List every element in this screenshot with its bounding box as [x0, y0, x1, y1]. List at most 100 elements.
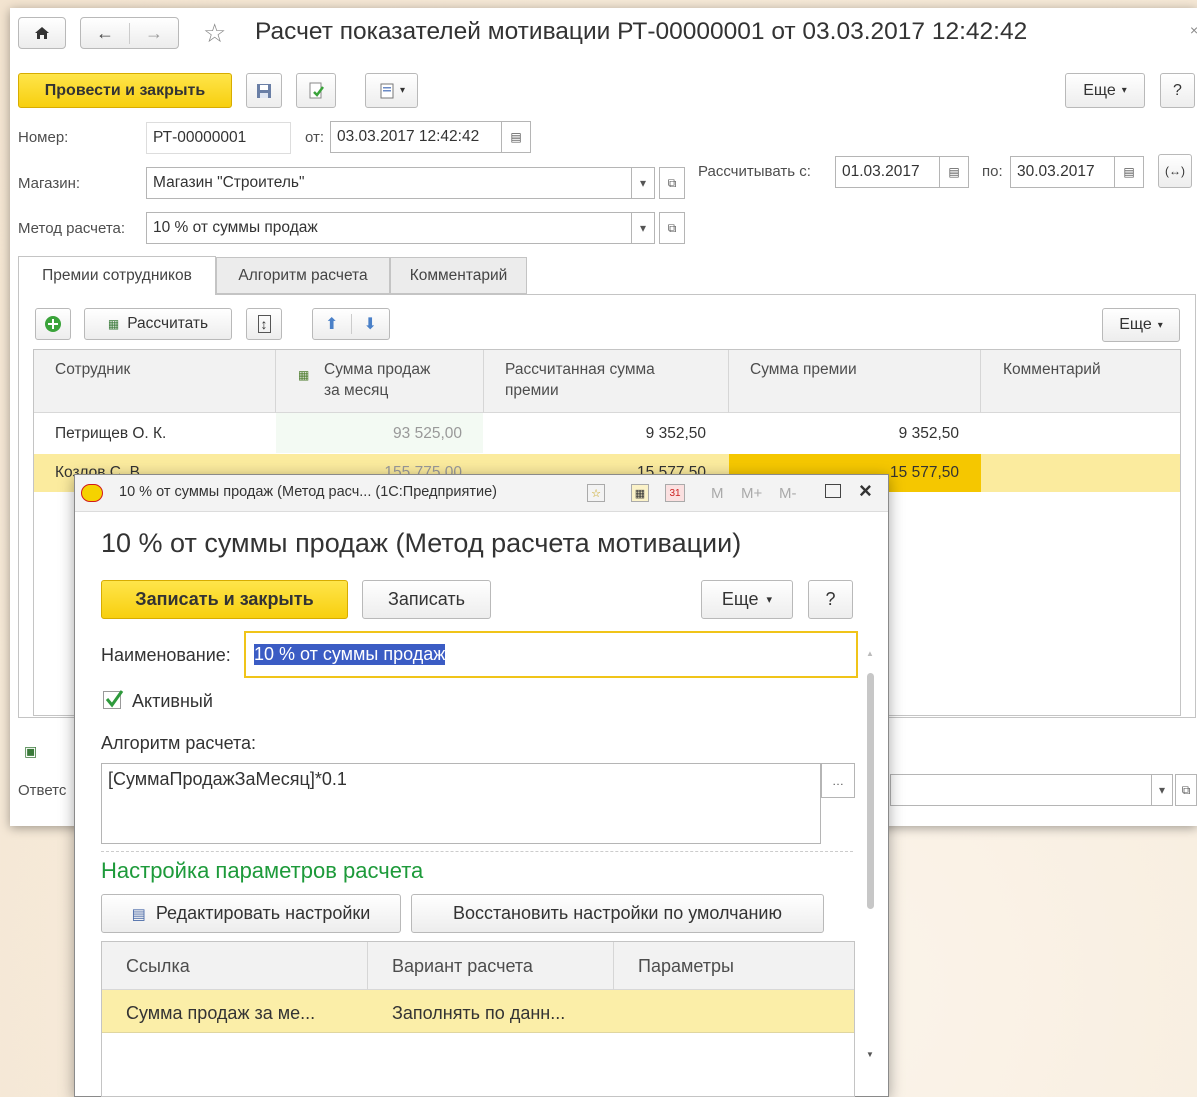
memory-m-button[interactable]: M: [711, 485, 724, 502]
calculate-label: Рассчитать: [127, 315, 209, 332]
store-field[interactable]: Магазин "Строитель": [146, 167, 632, 199]
tab-comment[interactable]: Комментарий: [390, 257, 527, 294]
table-more-button[interactable]: Еще ▾: [1102, 308, 1180, 342]
cell-link: Сумма продаж за ме...: [126, 1003, 316, 1023]
edit-settings-button[interactable]: ▤ Редактировать настройки: [101, 894, 401, 933]
close-icon[interactable]: ×: [859, 478, 872, 504]
method-open-button[interactable]: ⧉: [659, 212, 685, 244]
algorithm-select-button[interactable]: …: [821, 763, 855, 798]
print-menu-button[interactable]: ▾: [365, 73, 418, 108]
col-calc-line2: премии: [505, 382, 559, 399]
col-divider: [980, 350, 981, 413]
sort-button[interactable]: ↕: [246, 308, 282, 340]
calc-from-calendar-button[interactable]: ▤: [939, 156, 969, 188]
name-value: 10 % от суммы продаж: [254, 644, 446, 665]
history-icon[interactable]: ▣: [24, 743, 37, 760]
separator: [101, 851, 853, 852]
dialog-more-button[interactable]: Еще ▾: [701, 580, 793, 619]
calculator-icon: ▦: [107, 317, 120, 331]
memory-minus-button[interactable]: M-: [779, 485, 797, 502]
active-checkbox[interactable]: [103, 690, 124, 709]
open-link-icon: ⧉: [1181, 782, 1191, 797]
calculate-button[interactable]: ▦ Рассчитать: [84, 308, 232, 340]
dialog-scrollbar[interactable]: ▲ ▼: [865, 645, 877, 1065]
chevron-down-icon: ▾: [766, 594, 773, 606]
col-bonus[interactable]: Сумма премии: [750, 359, 857, 380]
move-up-icon[interactable]: ⬆: [313, 314, 352, 334]
dialog-help-button[interactable]: ?: [808, 580, 853, 619]
period-select-button[interactable]: (↔): [1158, 154, 1192, 188]
scroll-down-icon[interactable]: ▼: [866, 1050, 874, 1059]
calendar-button[interactable]: ▤: [501, 121, 531, 153]
favorite-star-icon[interactable]: ☆: [203, 18, 226, 49]
col-sales-line2: за месяц: [324, 382, 389, 399]
dialog-heading: 10 % от суммы продаж (Метод расчета моти…: [101, 528, 742, 558]
active-label: Активный: [132, 691, 213, 711]
more-button[interactable]: Еще ▾: [1065, 73, 1145, 108]
close-icon[interactable]: ×: [1190, 22, 1197, 38]
scroll-thumb[interactable]: [867, 673, 874, 909]
calc-to-calendar-button[interactable]: ▤: [1114, 156, 1144, 188]
save-button[interactable]: Записать: [362, 580, 491, 619]
algorithm-field[interactable]: [СуммаПродажЗаМесяц]*0.1: [101, 763, 821, 844]
post-and-close-button[interactable]: Провести и закрыть: [18, 73, 232, 108]
checkmark-icon: [105, 690, 124, 708]
col-calc-line1: Рассчитанная сумма: [505, 361, 655, 378]
responsible-label: Ответс: [18, 782, 67, 799]
table-more-label: Еще: [1119, 316, 1152, 333]
chevron-down-icon: ▾: [639, 221, 647, 235]
cell-calc: 9 352,50: [645, 425, 706, 442]
post-button[interactable]: [296, 73, 336, 108]
cell-bonus: 9 352,50: [898, 425, 959, 442]
chevron-down-icon: ▾: [399, 85, 406, 96]
maximize-icon[interactable]: [825, 484, 841, 498]
number-label: Номер:: [18, 129, 69, 146]
algorithm-label: Алгоритм расчета:: [101, 733, 257, 753]
col-link[interactable]: Ссылка: [126, 956, 190, 977]
col-employee[interactable]: Сотрудник: [55, 359, 130, 380]
home-icon: [35, 27, 49, 39]
spreadsheet-icon[interactable]: ▦: [631, 484, 649, 502]
col-comment[interactable]: Комментарий: [1003, 359, 1101, 380]
calendar-icon: ▤: [510, 130, 522, 144]
responsible-dropdown-button[interactable]: ▾: [1151, 774, 1173, 806]
name-field[interactable]: 10 % от суммы продаж: [244, 631, 858, 678]
calc-from-label: Рассчитывать с:: [698, 163, 811, 180]
date-field[interactable]: 03.03.2017 12:42:42: [330, 121, 502, 153]
responsible-open-button[interactable]: ⧉: [1175, 774, 1197, 806]
print-icon: [380, 83, 394, 98]
tab-employee-bonuses[interactable]: Премии сотрудников: [18, 256, 216, 295]
home-button[interactable]: [18, 17, 66, 49]
open-link-icon: ⧉: [667, 175, 677, 190]
store-open-button[interactable]: ⧉: [659, 167, 685, 199]
method-field[interactable]: 10 % от суммы продаж: [146, 212, 632, 244]
col-sales[interactable]: Сумма продаж за месяц: [324, 359, 430, 401]
move-down-icon[interactable]: ⬇: [352, 314, 390, 334]
cell-variant: Заполнять по данн...: [392, 1003, 566, 1023]
forward-arrow-icon[interactable]: →: [130, 23, 178, 44]
move-rows-group: ⬆ ⬇: [312, 308, 390, 340]
col-calc-bonus[interactable]: Рассчитанная сумма премии: [505, 359, 655, 401]
back-arrow-icon[interactable]: ←: [81, 22, 130, 44]
method-dropdown-button[interactable]: ▾: [631, 212, 655, 244]
col-variant[interactable]: Вариант расчета: [392, 956, 533, 977]
save-and-close-button[interactable]: Записать и закрыть: [101, 580, 348, 619]
responsible-field[interactable]: [890, 774, 1152, 806]
help-button[interactable]: ?: [1160, 73, 1195, 108]
calendar-icon[interactable]: 31: [665, 484, 685, 502]
scroll-up-icon[interactable]: ▲: [866, 649, 874, 658]
restore-defaults-button[interactable]: Восстановить настройки по умолчанию: [411, 894, 824, 933]
col-params[interactable]: Параметры: [638, 956, 734, 977]
dialog-window-title: 10 % от суммы продаж (Метод расч... (1С:…: [119, 484, 497, 500]
calc-from-field[interactable]: 01.03.2017: [835, 156, 940, 188]
store-dropdown-button[interactable]: ▾: [631, 167, 655, 199]
bookmark-icon[interactable]: ☆: [587, 484, 605, 502]
calc-to-field[interactable]: 30.03.2017: [1010, 156, 1115, 188]
memory-plus-button[interactable]: M+: [741, 485, 762, 502]
add-row-button[interactable]: [35, 308, 71, 340]
number-field[interactable]: РТ-00000001: [146, 122, 291, 154]
page-title: Расчет показателей мотивации РТ-00000001…: [255, 18, 1028, 45]
chevron-down-icon: ▾: [1157, 319, 1163, 331]
save-button[interactable]: [246, 73, 282, 108]
tab-algorithm[interactable]: Алгоритм расчета: [216, 257, 390, 294]
